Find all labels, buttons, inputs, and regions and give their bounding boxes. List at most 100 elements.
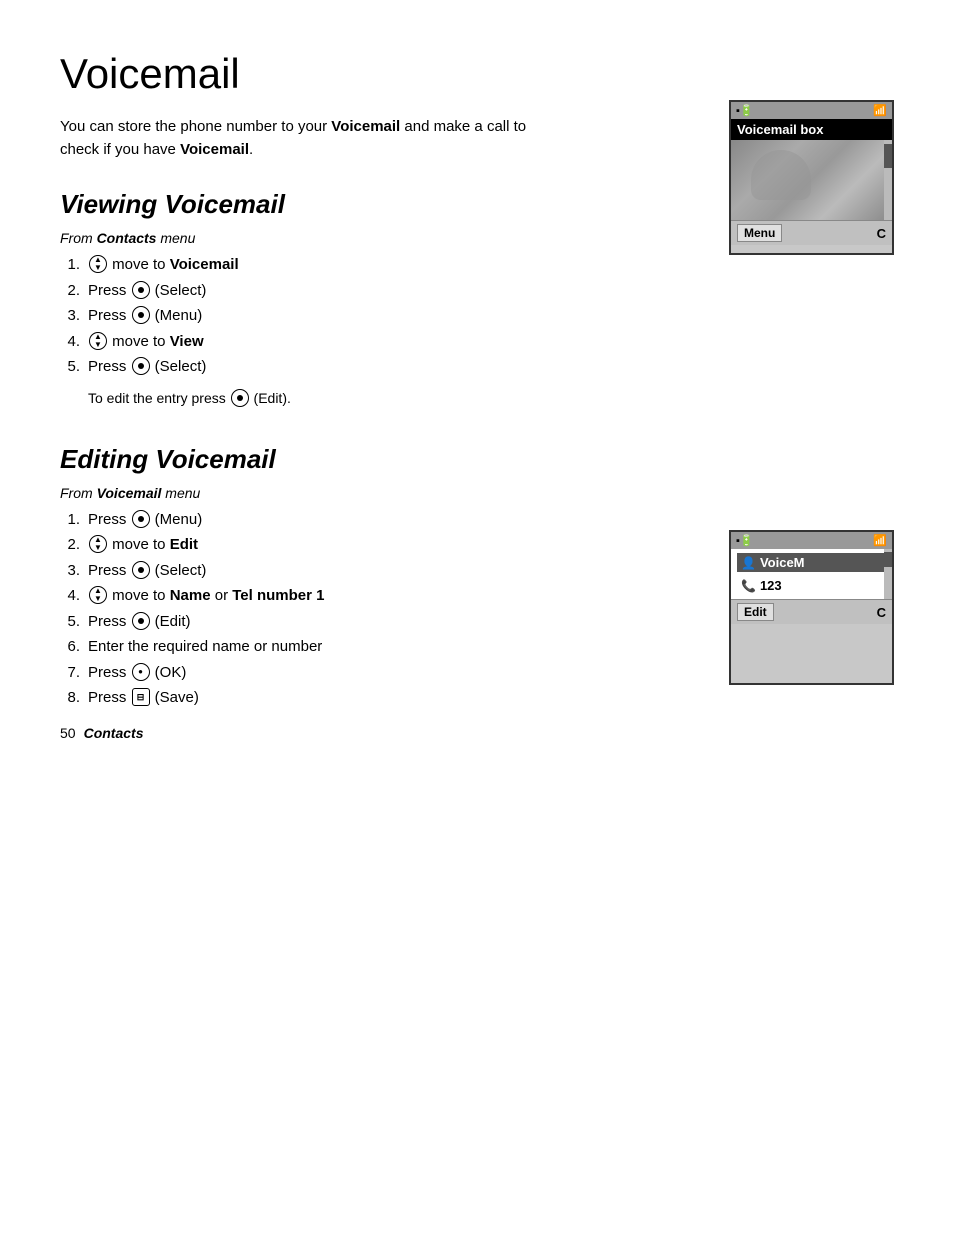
step-num: 2. [60, 278, 80, 304]
screen2-icon-right: 📶 [873, 534, 887, 547]
section1-note: To edit the entry press (Edit). [60, 390, 550, 408]
screen2-header: ▪🔋 📶 [731, 532, 892, 549]
step-1-3: 3. Press (Menu) [60, 303, 550, 329]
step-2-7: 7. Press ● (OK) [60, 660, 550, 686]
screen1-title: Voicemail box [731, 119, 892, 140]
step-num: 1. [60, 507, 80, 533]
step-2-8: 8. Press ⊟ (Save) [60, 685, 550, 711]
intro-text3: . [249, 141, 253, 158]
step-bold-name: Name [170, 587, 211, 604]
screen1-footer: Menu C [731, 220, 892, 245]
screen2-row1: 👤 VoiceM [737, 553, 886, 572]
select-icon [132, 561, 150, 579]
step-content: ▲▼ move to Voicemail [88, 252, 550, 278]
select-icon [132, 510, 150, 528]
select-icon [132, 357, 150, 375]
screen2-icon-left: ▪🔋 [736, 534, 754, 547]
screen1-icon-battery: ▪🔋 [736, 104, 754, 117]
step-content: ▲▼ move to Edit [88, 532, 550, 558]
section2-from-menu: From Voicemail menu [60, 485, 550, 501]
step-2-2: 2. ▲▼ move to Edit [60, 532, 550, 558]
select-icon [132, 281, 150, 299]
screen2-scrollbar [884, 549, 892, 599]
screen1-icon-signal: 📶 [873, 104, 887, 117]
chapter-name: Contacts [84, 725, 144, 741]
step-1-5: 5. Press (Select) [60, 354, 550, 380]
nav-icon: ▲▼ [89, 255, 107, 273]
section2-steps: 1. Press (Menu) 2. ▲▼ move to Edit 3. [60, 507, 550, 711]
intro-bold1: Voicemail [331, 118, 400, 135]
step-content: Press (Menu) [88, 507, 550, 533]
step-2-5: 5. Press (Edit) [60, 609, 550, 635]
page-number: 50 [60, 725, 76, 741]
step-2-6: 6. Enter the required name or number [60, 634, 550, 660]
step-2-1: 1. Press (Menu) [60, 507, 550, 533]
step-content: Press (Edit) [88, 609, 550, 635]
screen1-scrollbar [884, 140, 892, 220]
step-1-4: 4. ▲▼ move to View [60, 329, 550, 355]
step-num: 1. [60, 252, 80, 278]
step-1-2: 2. Press (Select) [60, 278, 550, 304]
section2: Editing Voicemail From Voicemail menu 1.… [60, 444, 550, 711]
from-bold2: Voicemail [97, 485, 162, 501]
from-suffix2: menu [161, 485, 200, 501]
from-suffix1: menu [156, 230, 195, 246]
select-icon [132, 612, 150, 630]
step-content: Enter the required name or number [88, 634, 550, 660]
main-content: Viewing Voicemail From Contacts menu 1. … [60, 189, 550, 711]
from-prefix1: From [60, 230, 97, 246]
screen2-row1-icon: 👤 [741, 556, 756, 570]
step-2-3: 3. Press (Select) [60, 558, 550, 584]
screen2-row1-text: VoiceM [760, 555, 805, 570]
step-content: Press (Select) [88, 558, 550, 584]
save-icon: ⊟ [132, 688, 150, 706]
screen2-body: 👤 VoiceM 📞 123 [731, 549, 892, 599]
step-2-4: 4. ▲▼ move to Name or Tel number 1 [60, 583, 550, 609]
step-num: 3. [60, 558, 80, 584]
section2-heading: Editing Voicemail [60, 444, 550, 475]
intro-text1: You can store the phone number to your [60, 118, 331, 135]
step-bold-tel: Tel number 1 [232, 587, 324, 604]
from-prefix2: From [60, 485, 97, 501]
step-content: Press ⊟ (Save) [88, 685, 550, 711]
screen2-row2: 📞 123 [737, 576, 886, 595]
from-bold1: Contacts [97, 230, 157, 246]
step-num: 4. [60, 583, 80, 609]
nav-icon: ▲▼ [89, 332, 107, 350]
screen2-row2-icon: 📞 [741, 579, 756, 593]
phone-screen-edit: ▪🔋 📶 👤 VoiceM 📞 123 Edit C [729, 530, 894, 685]
screen2-row2-text: 123 [760, 578, 782, 593]
screen1-c-btn: C [877, 226, 886, 241]
screen2-edit-btn: Edit [737, 603, 774, 621]
screen1-scrollbar-thumb [884, 144, 892, 168]
page-footer: 50 Contacts [60, 725, 143, 741]
step-num: 6. [60, 634, 80, 660]
screen1-image [731, 140, 892, 220]
screen1-header: ▪🔋 📶 [731, 102, 892, 119]
step-content: Press (Select) [88, 278, 550, 304]
intro-paragraph: You can store the phone number to your V… [60, 116, 540, 161]
screen1-menu-btn: Menu [737, 224, 782, 242]
step-num: 4. [60, 329, 80, 355]
step-1-1: 1. ▲▼ move to Voicemail [60, 252, 550, 278]
ok-icon: ● [132, 663, 150, 681]
step-num: 8. [60, 685, 80, 711]
section1-steps: 1. ▲▼ move to Voicemail 2. Press (Select… [60, 252, 550, 380]
step-content: Press (Select) [88, 354, 550, 380]
step-content: Press (Menu) [88, 303, 550, 329]
step-num: 7. [60, 660, 80, 686]
nav-icon: ▲▼ [89, 535, 107, 553]
step-bold: Voicemail [170, 256, 239, 273]
step-num: 3. [60, 303, 80, 329]
screen2-footer: Edit C [731, 599, 892, 624]
edit-icon [231, 389, 249, 407]
page: Voicemail You can store the phone number… [0, 0, 954, 781]
step-content: Press ● (OK) [88, 660, 550, 686]
step-content: ▲▼ move to View [88, 329, 550, 355]
screen2-scrollbar-thumb [884, 552, 892, 567]
nav-icon: ▲▼ [89, 586, 107, 604]
page-title: Voicemail [60, 50, 894, 98]
phone-screen-voicemail-box: ▪🔋 📶 Voicemail box Menu C [729, 100, 894, 255]
step-num: 5. [60, 609, 80, 635]
select-icon [132, 306, 150, 324]
